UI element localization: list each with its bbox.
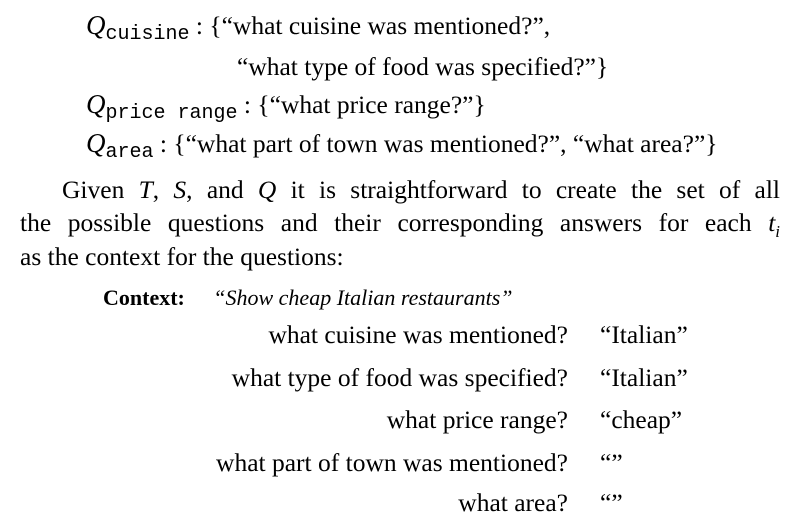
q-symbol: Q <box>86 10 106 40</box>
qa-question-2: what type of food was specified? <box>231 363 568 392</box>
paragraph-text: Given <box>62 175 125 204</box>
paragraph-line-3: as the context for the questions: <box>20 244 344 270</box>
definition-area: Qarea : {“what part of town was mentione… <box>86 128 718 163</box>
paragraph-text: , <box>152 175 160 204</box>
q-subscript-price-range: price range <box>105 102 238 125</box>
context-label: Context: <box>103 285 185 310</box>
paragraph-text: as the context for the questions: <box>20 242 344 271</box>
definition-price-range: Qprice range : {“what price range?”} <box>86 89 486 124</box>
qa-question-5: what area? <box>458 488 568 517</box>
q-symbol: Q <box>86 89 106 119</box>
paragraph-line-1: Given T, S, and Q it is straightforward … <box>62 177 780 203</box>
math-S: S <box>173 175 187 204</box>
math-i: i <box>775 222 781 242</box>
qa-question-3: what price range? <box>386 405 568 434</box>
definition-price-range-values: : {“what price range?”} <box>243 90 486 119</box>
paragraph-line-2: the possible questions and their corresp… <box>20 210 780 240</box>
math-T: T <box>138 175 153 204</box>
paragraph-text: the possible questions and their corresp… <box>20 208 752 237</box>
context-line: Context: “Show cheap Italian restaurants… <box>103 284 513 310</box>
qa-answer-3: “cheap” <box>600 405 683 434</box>
definition-cuisine-values-2: “what type of food was specified?”} <box>237 52 609 81</box>
math-t-i: ti <box>768 208 780 240</box>
paragraph-text: it is straightforward to create the set … <box>290 175 780 204</box>
q-symbol: Q <box>86 128 106 158</box>
qa-question-1: what cuisine was mentioned? <box>268 320 568 349</box>
q-subscript-cuisine: cuisine <box>105 23 190 46</box>
paragraph-text: , and <box>186 175 244 204</box>
qa-question-4: what part of town was mentioned? <box>216 448 568 477</box>
definition-cuisine: Qcuisine : {“what cuisine was mentioned?… <box>86 10 551 45</box>
context-text: “Show cheap Italian restaurants” <box>213 285 513 310</box>
qa-answer-4: “” <box>600 448 623 477</box>
definition-area-values: : {“what part of town was mentioned?”, “… <box>159 129 718 158</box>
definition-cuisine-values-1: : {“what cuisine was mentioned?”, <box>195 11 551 40</box>
qa-answer-1: “Italian” <box>600 320 688 349</box>
qa-answer-2: “Italian” <box>600 363 688 392</box>
qa-answer-5: “” <box>600 488 623 517</box>
definition-cuisine-cont: “what type of food was specified?”} <box>237 54 608 80</box>
math-Q: Q <box>257 175 277 204</box>
q-subscript-area: area <box>105 141 154 164</box>
